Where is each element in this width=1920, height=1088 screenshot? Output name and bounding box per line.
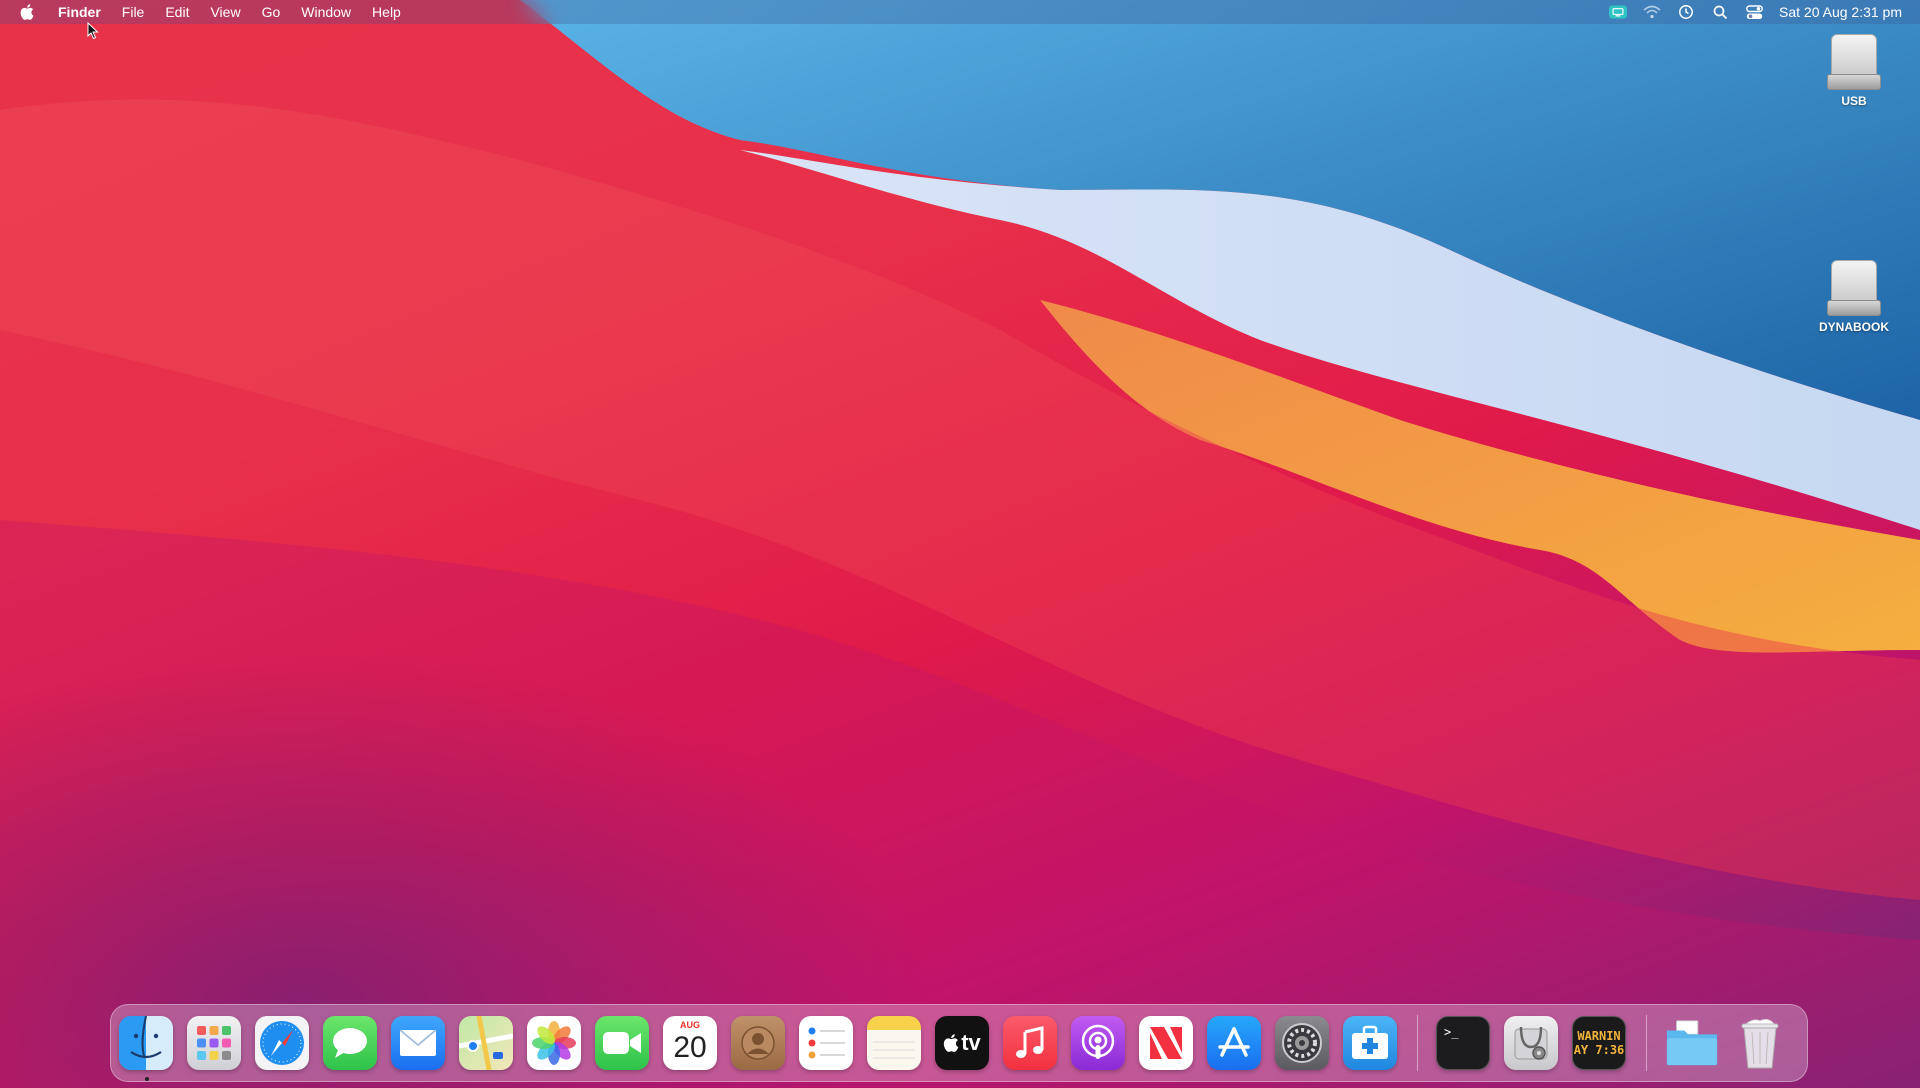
podcasts-icon xyxy=(1081,1024,1115,1059)
terminal-icon: >_ xyxy=(1444,1025,1459,1039)
menu-window[interactable]: Window xyxy=(301,0,351,24)
dock-photos[interactable] xyxy=(527,1016,581,1070)
apple-tv-icon xyxy=(944,1034,959,1052)
dock-reminders[interactable] xyxy=(799,1016,853,1070)
apple-menu-icon[interactable] xyxy=(20,4,36,20)
desktop-icon-label: DYNABOOK xyxy=(1818,320,1889,334)
wallpaper xyxy=(0,0,1920,1088)
messages-icon xyxy=(333,1028,367,1058)
dock-mail[interactable] xyxy=(391,1016,445,1070)
contacts-icon xyxy=(741,1026,775,1060)
folder-icon xyxy=(1666,1020,1718,1066)
desktop-icon-label: USB xyxy=(1841,94,1867,108)
dock-notes[interactable] xyxy=(867,1016,921,1070)
safari-icon xyxy=(260,1021,304,1065)
dock-launchpad[interactable] xyxy=(187,1016,241,1070)
photos-icon xyxy=(532,1021,576,1065)
migration-assistant-icon xyxy=(1352,1025,1388,1059)
facetime-icon xyxy=(603,1032,641,1054)
menu-edit[interactable]: Edit xyxy=(165,0,189,24)
desktop: Finder File Edit View Go Window Help Sat… xyxy=(0,0,1920,1088)
dock-separator xyxy=(1646,1015,1647,1071)
dock-messages[interactable] xyxy=(323,1016,377,1070)
menu-go[interactable]: Go xyxy=(262,0,281,24)
dock-podcasts[interactable] xyxy=(1071,1016,1125,1070)
dock-separator xyxy=(1417,1015,1418,1071)
dock: AUG 20 tv >_ WARNIN AY 7:36 xyxy=(110,1004,1808,1082)
menu-help[interactable]: Help xyxy=(372,0,401,24)
dock-apple-tv[interactable]: tv xyxy=(935,1016,989,1070)
calendar-month: AUG xyxy=(680,1020,700,1030)
desktop-icon-dynabook[interactable]: DYNABOOK xyxy=(1799,260,1909,334)
dock-contacts[interactable] xyxy=(731,1016,785,1070)
dock-calendar[interactable]: AUG 20 xyxy=(663,1016,717,1070)
time-machine-icon[interactable] xyxy=(1677,4,1695,20)
desktop-icon-usb[interactable]: USB xyxy=(1799,34,1909,108)
dock-system-preferences[interactable] xyxy=(1275,1016,1329,1070)
menu-app-finder[interactable]: Finder xyxy=(58,0,101,24)
dock-console[interactable]: WARNIN AY 7:36 xyxy=(1572,1016,1626,1070)
dock-safari[interactable] xyxy=(255,1016,309,1070)
finder-icon xyxy=(130,1016,162,1059)
dock-disk-utility[interactable] xyxy=(1504,1016,1558,1070)
dock-maps[interactable] xyxy=(459,1016,513,1070)
dock-terminal[interactable]: >_ xyxy=(1436,1016,1490,1070)
dock-app-store[interactable] xyxy=(1207,1016,1261,1070)
gear-icon xyxy=(1282,1023,1322,1063)
mouse-cursor-icon xyxy=(87,22,99,40)
finder-running-indicator xyxy=(145,1077,149,1081)
calendar-day: 20 xyxy=(673,1031,707,1064)
screen-sharing-icon[interactable] xyxy=(1609,4,1628,20)
console-line-2: AY 7:36 xyxy=(1573,1043,1625,1057)
maps-icon xyxy=(459,1016,513,1070)
external-drive-icon xyxy=(1827,260,1881,316)
dock-news[interactable] xyxy=(1139,1016,1193,1070)
dock-downloads-folder[interactable] xyxy=(1665,1016,1719,1070)
trash-icon xyxy=(1741,1019,1779,1069)
dock-facetime[interactable] xyxy=(595,1016,649,1070)
menu-bar: Finder File Edit View Go Window Help Sat… xyxy=(0,0,1920,24)
dock-trash[interactable] xyxy=(1733,1016,1787,1070)
menu-bar-clock[interactable]: Sat 20 Aug 2:31 pm xyxy=(1779,4,1902,20)
disk-utility-icon xyxy=(1514,1026,1548,1060)
wifi-icon[interactable] xyxy=(1643,4,1661,20)
menu-view[interactable]: View xyxy=(210,0,240,24)
apple-tv-label: tv xyxy=(961,1030,981,1055)
launchpad-icon xyxy=(197,1026,231,1060)
app-store-icon xyxy=(1218,1027,1250,1057)
console-icon: WARNIN AY 7:36 xyxy=(1574,1029,1625,1057)
external-drive-icon xyxy=(1827,34,1881,90)
dock-finder[interactable] xyxy=(119,1016,173,1070)
mail-icon xyxy=(399,1029,437,1056)
news-icon xyxy=(1150,1027,1182,1059)
music-icon xyxy=(1016,1026,1044,1058)
dock-migration-assistant[interactable] xyxy=(1343,1016,1397,1070)
menu-file[interactable]: File xyxy=(122,0,145,24)
notes-icon xyxy=(873,1041,915,1059)
console-line-1: WARNIN xyxy=(1577,1029,1621,1043)
reminders-icon xyxy=(808,1027,845,1059)
control-center-icon[interactable] xyxy=(1745,4,1763,20)
dock-music[interactable] xyxy=(1003,1016,1057,1070)
spotlight-search-icon[interactable] xyxy=(1711,4,1729,20)
